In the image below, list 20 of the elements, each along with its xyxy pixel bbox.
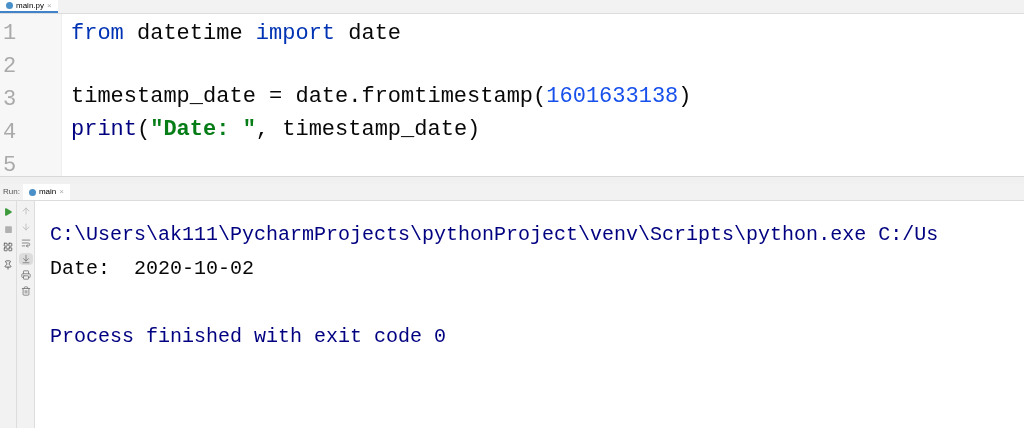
- line-number: 5: [2, 152, 18, 176]
- line-number: 1: [2, 20, 18, 48]
- run-icon[interactable]: [3, 207, 13, 217]
- console-output-line: C:\Users\ak111\PycharmProjects\pythonProject\venv\Scripts\python.exe C:/Us: [50, 222, 940, 248]
- line-number: 4: [2, 119, 18, 147]
- pin-icon[interactable]: [3, 260, 13, 270]
- code-line: timestamp_date = date.fromtimestamp(1601633138): [71, 83, 692, 111]
- console-output-line: Date: 2020-10-02: [50, 256, 256, 282]
- console-output-line: Process finished with exit code 0: [50, 324, 448, 350]
- tab-label: main: [38, 186, 57, 198]
- code-line: from datetime import date: [71, 20, 402, 48]
- editor-tab[interactable]: main.py ×: [0, 0, 58, 13]
- layout-icon[interactable]: [3, 242, 13, 252]
- tab-label: main.py: [16, 1, 44, 10]
- line-number: 3: [2, 86, 18, 114]
- run-tab[interactable]: main ×: [22, 184, 70, 200]
- line-number: 2: [2, 53, 18, 81]
- code-line: print("Date: ", timestamp_date): [71, 116, 481, 144]
- panel-splitter[interactable]: [0, 176, 1024, 184]
- run-label: Run:: [2, 186, 21, 198]
